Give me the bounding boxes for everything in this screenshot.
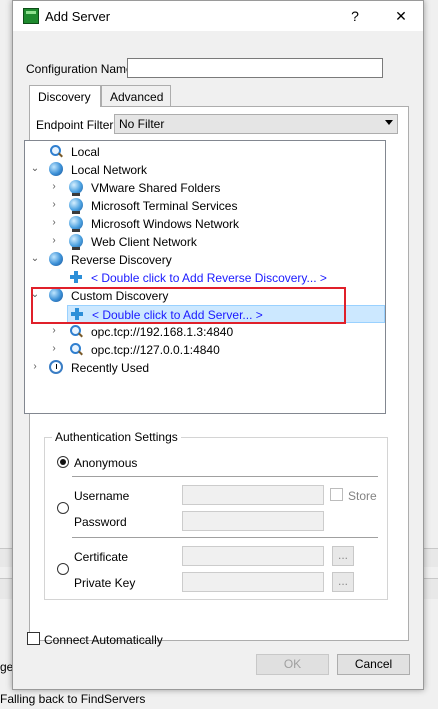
- store-label: Store: [348, 489, 377, 503]
- tree-item-local-network[interactable]: ⌄ Local Network: [25, 161, 385, 179]
- plus-icon: [69, 270, 83, 284]
- endpoint-filter-select[interactable]: No Filter: [114, 114, 398, 134]
- cancel-button[interactable]: Cancel: [337, 654, 410, 675]
- chevron-right-icon[interactable]: ›: [49, 218, 59, 228]
- password-input[interactable]: [182, 511, 324, 531]
- highlight-box: [31, 287, 346, 324]
- tree-item-label: opc.tcp://127.0.0.1:4840: [91, 343, 220, 357]
- app-icon: [23, 8, 39, 24]
- tree-item-label: Recently Used: [71, 361, 150, 375]
- certificate-input[interactable]: [182, 546, 324, 566]
- tree-item-server-127[interactable]: › opc.tcp://127.0.0.1:4840: [25, 341, 385, 359]
- background-status-text: Falling back to FindServers: [0, 692, 146, 706]
- username-input[interactable]: [182, 485, 324, 505]
- chevron-right-icon[interactable]: ›: [49, 200, 59, 210]
- tree-item-label: VMware Shared Folders: [91, 181, 221, 195]
- network-icon: [69, 180, 83, 196]
- password-label: Password: [74, 515, 127, 529]
- tree-item-add-reverse-discovery[interactable]: < Double click to Add Reverse Discovery.…: [25, 269, 385, 287]
- tree-item-label: Local: [71, 145, 100, 159]
- globe-icon: [49, 162, 63, 176]
- close-button[interactable]: ✕: [379, 1, 423, 31]
- title-bar: Add Server ? ✕: [13, 1, 423, 31]
- chevron-down-icon[interactable]: ⌄: [30, 164, 40, 174]
- tree-item-label: Web Client Network: [91, 235, 197, 249]
- tree-item-terminal-services[interactable]: › Microsoft Terminal Services: [25, 197, 385, 215]
- tree-item-label: Microsoft Windows Network: [91, 217, 240, 231]
- chevron-down-icon[interactable]: ⌄: [30, 254, 40, 264]
- config-name-label: Configuration Name: [26, 62, 133, 76]
- anonymous-radio[interactable]: [57, 456, 69, 468]
- tree-item-label: Local Network: [71, 163, 148, 177]
- username-radio[interactable]: [57, 502, 69, 514]
- divider: [72, 537, 378, 538]
- tree-item-recently-used[interactable]: › Recently Used: [25, 359, 385, 377]
- search-icon: [69, 342, 83, 356]
- ok-button[interactable]: OK: [256, 654, 329, 675]
- tab-advanced[interactable]: Advanced: [101, 85, 171, 106]
- search-icon: [69, 324, 83, 338]
- tree-item-local[interactable]: Local: [25, 143, 385, 161]
- connect-automatically-label: Connect Automatically: [44, 633, 163, 647]
- tree-item-windows-network[interactable]: › Microsoft Windows Network: [25, 215, 385, 233]
- tab-discovery[interactable]: Discovery: [29, 85, 101, 107]
- globe-icon: [49, 252, 63, 266]
- tree-item-label: < Double click to Add Reverse Discovery.…: [91, 271, 327, 285]
- chevron-right-icon[interactable]: ›: [49, 236, 59, 246]
- certificate-browse-button[interactable]: ...: [332, 546, 354, 566]
- search-icon: [49, 144, 63, 158]
- endpoint-filter-label: Endpoint Filter:: [36, 118, 117, 132]
- tree-item-web-client[interactable]: › Web Client Network: [25, 233, 385, 251]
- divider: [72, 476, 378, 477]
- tree-item-server-192[interactable]: › opc.tcp://192.168.1.3:4840: [25, 323, 385, 341]
- private-key-browse-button[interactable]: ...: [332, 572, 354, 592]
- network-icon: [69, 234, 83, 250]
- tree-item-label: Microsoft Terminal Services: [91, 199, 238, 213]
- network-icon: [69, 198, 83, 214]
- tree-item-vmware[interactable]: › VMware Shared Folders: [25, 179, 385, 197]
- tree-item-label: Reverse Discovery: [71, 253, 172, 267]
- connect-automatically-checkbox[interactable]: [27, 632, 40, 645]
- endpoint-filter-value: No Filter: [119, 117, 165, 131]
- auth-settings-title: Authentication Settings: [52, 430, 181, 444]
- server-tree[interactable]: Local ⌄ Local Network › VMware Shared Fo…: [24, 140, 386, 414]
- help-button[interactable]: ?: [333, 1, 377, 31]
- clock-icon: [49, 360, 63, 374]
- private-key-label: Private Key: [74, 576, 136, 590]
- config-name-input[interactable]: [127, 58, 383, 78]
- chevron-down-icon: [385, 120, 393, 125]
- certificate-label: Certificate: [74, 550, 129, 564]
- tree-item-reverse-discovery[interactable]: ⌄ Reverse Discovery: [25, 251, 385, 269]
- store-checkbox[interactable]: [330, 488, 343, 501]
- chevron-right-icon[interactable]: ›: [49, 182, 59, 192]
- chevron-right-icon[interactable]: ›: [49, 326, 59, 336]
- dialog-title: Add Server: [45, 9, 111, 24]
- username-label: Username: [74, 489, 130, 503]
- chevron-right-icon[interactable]: ›: [49, 344, 59, 354]
- network-icon: [69, 216, 83, 232]
- chevron-right-icon[interactable]: ›: [30, 362, 40, 372]
- anonymous-label: Anonymous: [74, 456, 138, 470]
- certificate-radio[interactable]: [57, 563, 69, 575]
- tree-item-label: opc.tcp://192.168.1.3:4840: [91, 325, 234, 339]
- private-key-input[interactable]: [182, 572, 324, 592]
